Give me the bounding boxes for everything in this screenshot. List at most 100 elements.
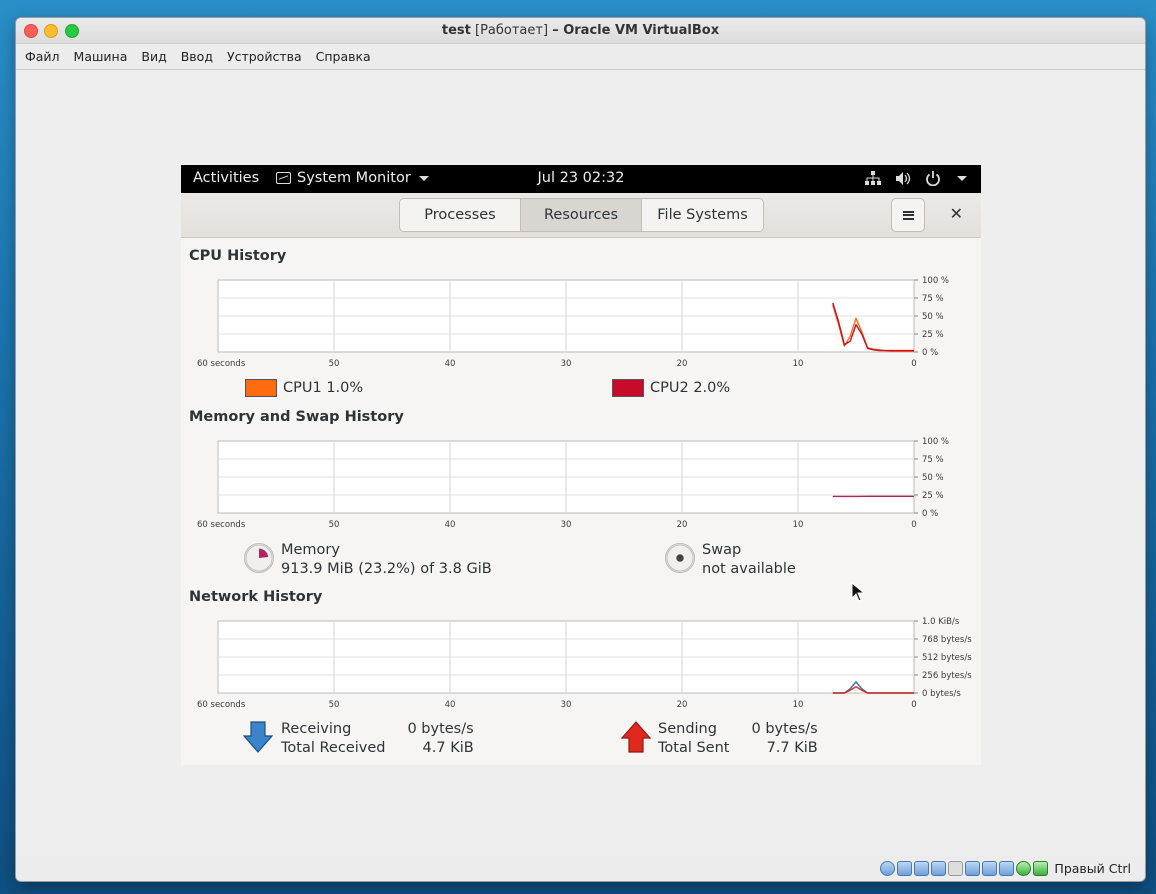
memory-history-graph: 60 seconds 50 40 30 20 10 0 100 % 75 % 50 % 25 % 0 … xyxy=(197,437,949,530)
network-icon xyxy=(865,171,881,185)
network-adapter-icon[interactable] xyxy=(965,861,981,876)
app-headerbar: Processes Resources File Systems ✕ xyxy=(181,193,981,238)
app-name: – Oracle VM VirtualBox xyxy=(552,23,720,38)
network-x-tick-label: 10 xyxy=(793,700,804,710)
memory-x-tick-label: 40 xyxy=(445,520,456,530)
cpu2-color-swatch[interactable] xyxy=(612,379,644,397)
swap-pie-icon[interactable] xyxy=(665,543,695,573)
total-sent-value: 7.7 KiB xyxy=(766,740,818,756)
cpu-y-tick-label: 75 % xyxy=(922,294,944,304)
vm-name: test xyxy=(441,23,471,38)
memory-x-tick-label: 60 seconds xyxy=(197,520,246,530)
main-menu-button[interactable] xyxy=(891,198,925,232)
swap-label: Swap xyxy=(702,542,742,558)
receiving-stats: Receiving 0 bytes/s Total Received 4.7 K… xyxy=(281,720,474,758)
memory-value: 913.9 MiB (23.2%) of 3.8 GiB xyxy=(281,561,492,577)
total-received-label: Total Received xyxy=(281,740,386,756)
close-icon[interactable]: ✕ xyxy=(950,204,963,223)
host-statusbar: Правый Ctrl xyxy=(16,856,1145,881)
vm-display[interactable]: Activities System Monitor Jul 23 02:32 P… xyxy=(16,71,1145,859)
display-icon[interactable] xyxy=(982,861,998,876)
guest-screen: Activities System Monitor Jul 23 02:32 P… xyxy=(181,165,981,765)
pen-icon[interactable] xyxy=(931,861,947,876)
receiving-value: 0 bytes/s xyxy=(407,721,474,737)
view-switcher: Processes Resources File Systems xyxy=(399,198,764,232)
network-x-tick-label: 30 xyxy=(561,700,572,710)
hard-disk-icon[interactable] xyxy=(897,861,913,876)
cpu-x-tick-label: 40 xyxy=(445,359,456,369)
sending-value: 0 bytes/s xyxy=(751,721,818,737)
cpu-x-tick-label: 60 seconds xyxy=(197,359,246,369)
memory-y-tick-label: 25 % xyxy=(922,491,944,501)
cpu-x-tick-label: 20 xyxy=(677,359,688,369)
memory-y-tick-label: 100 % xyxy=(922,437,949,447)
mouse-integration-icon[interactable] xyxy=(1033,861,1049,876)
memory-x-tick-label: 30 xyxy=(561,520,572,530)
total-sent-label: Total Sent xyxy=(658,740,730,756)
network-y-tick-label: 512 bytes/s xyxy=(922,653,972,663)
hamburger-icon xyxy=(902,210,914,220)
shared-folders-icon[interactable] xyxy=(914,861,930,876)
memory-x-tick-label: 20 xyxy=(677,520,688,530)
cpu1-value: 1.0% xyxy=(326,380,364,396)
network-x-tick-label: 20 xyxy=(677,700,688,710)
chevron-down-icon xyxy=(957,176,967,181)
network-y-tick-label: 1.0 KiB/s xyxy=(922,617,960,627)
window-title: test [Работает] – Oracle VM VirtualBox xyxy=(16,23,1145,38)
cpu2-label: CPU2 xyxy=(650,380,689,396)
cpu1-color-swatch[interactable] xyxy=(245,379,277,397)
cpu-x-tick-label: 10 xyxy=(793,359,804,369)
network-history-graph: 60 seconds 50 40 30 20 10 0 1.0 KiB/s 768 bytes/… xyxy=(197,617,972,710)
cpu-y-tick-label: 100 % xyxy=(922,276,949,286)
mouse-cursor-icon xyxy=(851,582,865,602)
memory-x-tick-label: 0 xyxy=(911,520,916,530)
menu-machine[interactable]: Машина xyxy=(74,49,128,64)
sending-stats: Sending 0 bytes/s Total Sent 7.7 KiB xyxy=(658,720,818,758)
memory-label: Memory xyxy=(281,542,340,558)
memory-y-tick-label: 0 % xyxy=(922,509,938,519)
cpu-y-tick-label: 0 % xyxy=(922,348,938,358)
sending-label: Sending xyxy=(658,721,717,737)
system-tray[interactable] xyxy=(865,171,967,186)
optical-drive-icon[interactable] xyxy=(880,861,896,876)
cpu-y-tick-label: 50 % xyxy=(922,312,944,322)
memory-info: Memory 913.9 MiB (23.2%) of 3.8 GiB xyxy=(281,541,492,579)
network-x-tick-label: 40 xyxy=(445,700,456,710)
usb-icon[interactable] xyxy=(948,861,964,876)
cpu2-value: 2.0% xyxy=(693,380,731,396)
vm-state: [Работает] xyxy=(475,23,549,38)
sending-arrow-icon xyxy=(621,721,651,753)
memory-x-tick-label: 50 xyxy=(329,520,340,530)
menu-help[interactable]: Справка xyxy=(316,49,371,64)
cpu-y-tick-label: 25 % xyxy=(922,330,944,340)
tab-file-systems[interactable]: File Systems xyxy=(642,199,763,231)
volume-icon xyxy=(896,172,911,185)
clock[interactable]: Jul 23 02:32 xyxy=(181,170,981,186)
menu-file[interactable]: Файл xyxy=(25,49,60,64)
cpu1-label: CPU1 xyxy=(283,380,322,396)
menu-input[interactable]: Ввод xyxy=(181,49,213,64)
tab-resources[interactable]: Resources xyxy=(521,199,642,231)
virtualbox-window: test [Работает] – Oracle VM VirtualBox Ф… xyxy=(16,18,1145,881)
network-history-title: Network History xyxy=(189,589,323,605)
menu-devices[interactable]: Устройства xyxy=(227,49,302,64)
network-y-tick-label: 768 bytes/s xyxy=(922,635,972,645)
guest-additions-icon[interactable] xyxy=(1016,861,1032,876)
receiving-arrow-icon xyxy=(243,721,273,753)
virtualization-icon[interactable] xyxy=(999,861,1015,876)
network-x-tick-label: 60 seconds xyxy=(197,700,246,710)
cpu1-legend[interactable]: CPU1 1.0% xyxy=(245,379,363,397)
memory-pie-icon[interactable] xyxy=(244,543,274,573)
network-x-tick-label: 0 xyxy=(911,700,916,710)
memory-x-tick-label: 10 xyxy=(793,520,804,530)
menu-view[interactable]: Вид xyxy=(141,49,166,64)
memory-history-title: Memory and Swap History xyxy=(189,409,404,425)
total-received-value: 4.7 KiB xyxy=(422,740,474,756)
window-titlebar[interactable]: test [Работает] – Oracle VM VirtualBox xyxy=(16,18,1145,44)
host-key-label: Правый Ctrl xyxy=(1054,861,1131,876)
tab-processes[interactable]: Processes xyxy=(400,199,521,231)
power-icon xyxy=(926,171,940,186)
network-y-tick-label: 256 bytes/s xyxy=(922,671,972,681)
swap-info: Swap not available xyxy=(702,541,796,579)
cpu2-legend[interactable]: CPU2 2.0% xyxy=(612,379,730,397)
